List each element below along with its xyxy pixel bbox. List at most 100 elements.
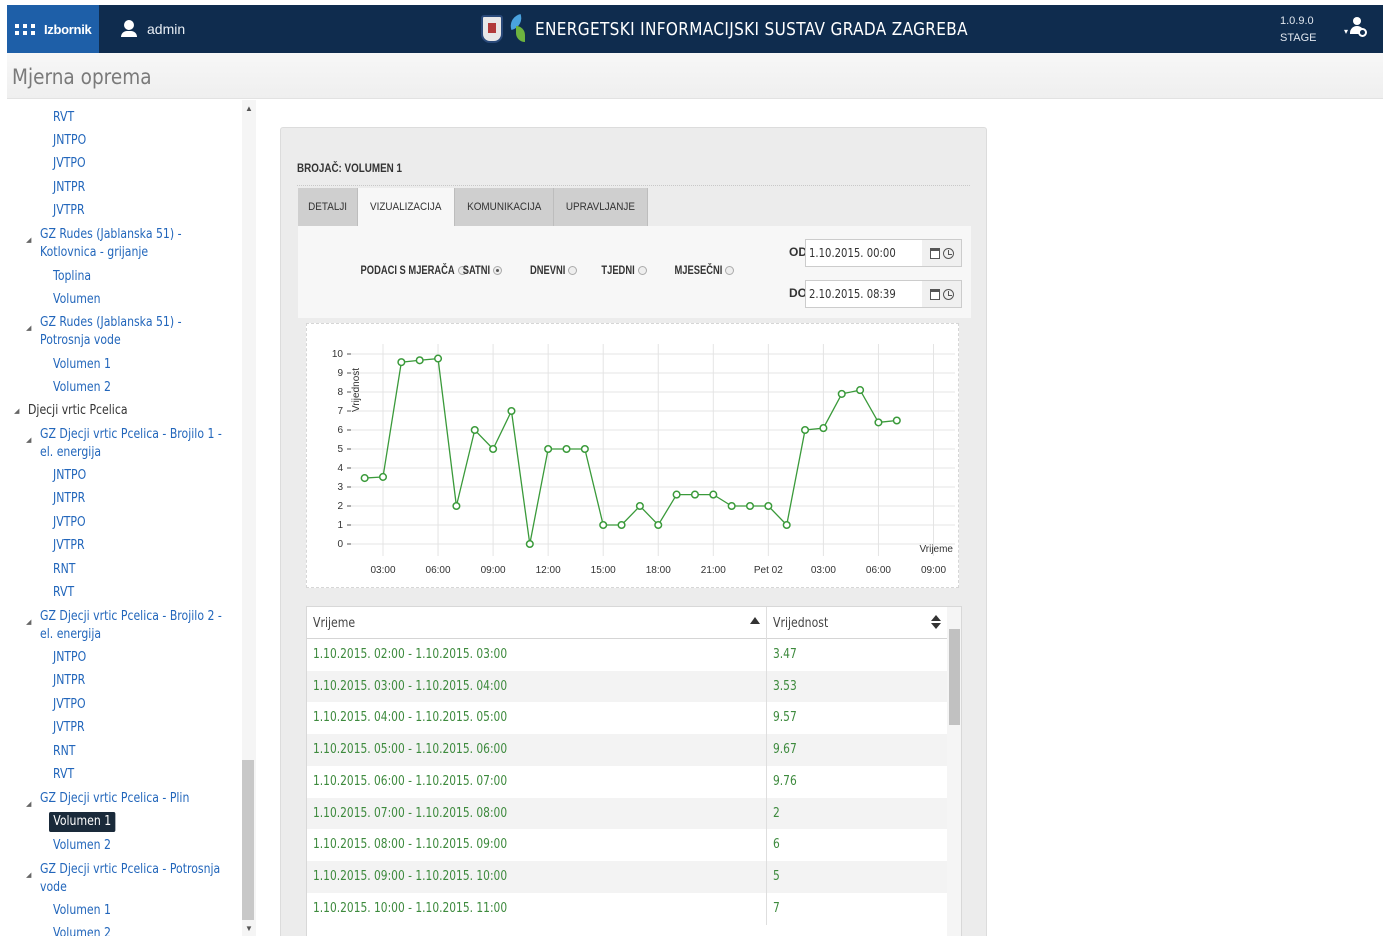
- to-date-input[interactable]: 2.10.2015. 08:39: [805, 280, 923, 308]
- radio-satni[interactable]: SATNI: [455, 263, 503, 277]
- tree-item[interactable]: RVT: [53, 109, 74, 127]
- radio-mjesecni[interactable]: MJESEČNI: [661, 263, 735, 277]
- tree-group-item[interactable]: GZ Djecji vrtic Pcelica - Brojilo 1 -: [40, 426, 222, 444]
- from-date-input[interactable]: 1.10.2015. 00:00: [805, 239, 923, 267]
- menu-button[interactable]: Izbornik: [7, 5, 99, 53]
- expand-collapse-icon[interactable]: ◢: [26, 618, 31, 626]
- cell-value-text: 2: [773, 805, 780, 821]
- tree-item[interactable]: JNTPO: [53, 649, 86, 667]
- tree-item[interactable]: JNTPR: [53, 490, 85, 508]
- table-row[interactable]: 1.10.2015. 09:00 - 1.10.2015. 10:00 5: [307, 860, 947, 893]
- cell-time: 1.10.2015. 06:00 - 1.10.2015. 07:00: [307, 765, 767, 798]
- tab-upravljanje[interactable]: UPRAVLJANJE: [554, 188, 649, 226]
- data-point: [856, 386, 865, 395]
- x-tick-label: 18:00: [646, 565, 671, 576]
- from-date-picker-button[interactable]: [922, 239, 962, 267]
- user-menu[interactable]: admin: [121, 5, 185, 53]
- grid-body: 1.10.2015. 02:00 - 1.10.2015. 03:00 3.47 1…: [307, 639, 947, 936]
- tree-item[interactable]: JVTPO: [53, 155, 86, 173]
- tab-vizualizacija[interactable]: VIZUALIZACIJA: [358, 188, 455, 226]
- tree-item[interactable]: JVTPO: [53, 514, 86, 532]
- table-row[interactable]: 1.10.2015. 08:00 - 1.10.2015. 09:00 6: [307, 829, 947, 862]
- data-point: [654, 520, 663, 530]
- x-tick-label: 06:00: [866, 565, 891, 576]
- expand-collapse-icon[interactable]: ◢: [26, 871, 31, 879]
- tree-group-item[interactable]: GZ Djecji vrtic Pcelica - Potrosnja: [40, 861, 220, 879]
- tree-item[interactable]: JNTPR: [53, 179, 85, 197]
- expand-collapse-icon[interactable]: ◢: [26, 436, 31, 444]
- expand-collapse-icon[interactable]: ◢: [26, 800, 31, 808]
- tree-item[interactable]: Volumen 1: [53, 356, 111, 374]
- data-point: [635, 501, 644, 511]
- tree-item[interactable]: JVTPR: [53, 719, 85, 737]
- y-axis-label: Vrijednost: [351, 368, 362, 412]
- scroll-up-icon[interactable]: ▲: [245, 104, 253, 113]
- user-settings-button[interactable]: ▾: [1344, 17, 1370, 41]
- column-header-time[interactable]: Vrijeme: [307, 607, 767, 639]
- tab-detalji[interactable]: DETALJI: [298, 188, 359, 226]
- tree-group-item[interactable]: Djecji vrtic Pcelica: [28, 402, 128, 420]
- y-tick-label: 1: [337, 520, 343, 531]
- column-header-value[interactable]: Vrijednost: [767, 607, 947, 639]
- tree-item[interactable]: Volumen 1: [53, 902, 111, 920]
- expand-collapse-icon[interactable]: ◢: [26, 236, 31, 244]
- tree-item[interactable]: JNTPO: [53, 467, 86, 485]
- tree-group-item[interactable]: GZ Djecji vrtic Pcelica - Brojilo 2 -: [40, 608, 222, 626]
- top-navigation-bar: Izbornik admin ENERGETSKI INFORMACIJSKI …: [7, 5, 1383, 53]
- y-tick-label: 6: [337, 425, 343, 436]
- line-chart: 0 1 2 3 4 5 6 7 8 9 10 03:00 06:00 09:00 12:00 15:00 18:…: [306, 323, 959, 588]
- to-date-picker-button[interactable]: [922, 280, 962, 308]
- radio-podaci-s-mjeraca[interactable]: PODACI S MJERAČA: [334, 263, 467, 277]
- cell-value-text: 7: [773, 900, 780, 916]
- data-point: [617, 520, 626, 530]
- tree-item[interactable]: RNT: [53, 561, 75, 579]
- expand-collapse-icon[interactable]: ◢: [14, 407, 19, 415]
- tree-item[interactable]: RNT: [53, 743, 75, 761]
- tree-item[interactable]: RVT: [53, 584, 74, 602]
- radio-tjedni[interactable]: TJEDNI: [592, 263, 647, 277]
- data-point: [837, 389, 846, 398]
- sort-ascending-icon[interactable]: [750, 617, 760, 624]
- grid-scrollbar-thumb[interactable]: [949, 629, 960, 725]
- tree-item[interactable]: Volumen: [53, 291, 101, 309]
- table-row[interactable]: 1.10.2015. 04:00 - 1.10.2015. 05:00 9.57: [307, 702, 947, 735]
- tree-item[interactable]: Toplina: [53, 268, 91, 286]
- tree-item[interactable]: RVT: [53, 766, 74, 784]
- tree-item[interactable]: Volumen 2: [53, 837, 111, 855]
- tree-group-item[interactable]: GZ Djecji vrtic Pcelica - Plin: [40, 790, 189, 808]
- expand-collapse-icon[interactable]: ◢: [26, 324, 31, 332]
- cell-time: 1.10.2015. 09:00 - 1.10.2015. 10:00: [307, 860, 767, 893]
- cell-time-text: 1.10.2015. 09:00 - 1.10.2015. 10:00: [313, 868, 508, 884]
- clock-icon: [942, 247, 954, 259]
- tab-komunikacija[interactable]: KOMUNIKACIJA: [454, 188, 555, 226]
- data-point: [452, 501, 461, 511]
- data-point: [819, 424, 828, 433]
- tree-item[interactable]: Volumen 2: [53, 379, 111, 397]
- scroll-down-icon[interactable]: ▼: [245, 924, 253, 933]
- y-tick-label: 10: [332, 349, 344, 360]
- table-row[interactable]: 1.10.2015. 05:00 - 1.10.2015. 06:00 9.67: [307, 734, 947, 767]
- sidebar-scrollbar-thumb[interactable]: [242, 760, 254, 920]
- tab-label: KOMUNIKACIJA: [466, 201, 542, 213]
- tree-item[interactable]: Volumen 2: [53, 925, 111, 936]
- app-title: ENERGETSKI INFORMACIJSKI SUSTAV GRADA ZA…: [535, 18, 968, 40]
- table-row[interactable]: 1.10.2015. 03:00 - 1.10.2015. 04:00 3.53: [307, 670, 947, 703]
- radio-dnevni[interactable]: DNEVNI: [520, 263, 578, 277]
- cell-value-text: 3.53: [773, 678, 797, 694]
- tree-item[interactable]: JNTPR: [53, 672, 85, 690]
- table-row[interactable]: 1.10.2015. 06:00 - 1.10.2015. 07:00 9.76: [307, 765, 947, 798]
- tree-item[interactable]: JVTPR: [53, 537, 85, 555]
- tree-group-item[interactable]: GZ Rudes (Jablanska 51) -: [40, 314, 182, 332]
- user-icon: [121, 20, 137, 38]
- x-tick-label: 15:00: [591, 565, 616, 576]
- tree-item[interactable]: JVTPR: [53, 202, 85, 220]
- tree-item[interactable]: JNTPO: [53, 132, 86, 150]
- table-row[interactable]: 1.10.2015. 07:00 - 1.10.2015. 08:00 2: [307, 797, 947, 830]
- tree-item-selected[interactable]: Volumen 1: [49, 812, 116, 832]
- table-row[interactable]: 1.10.2015. 10:00 - 1.10.2015. 11:00 7: [307, 892, 947, 925]
- tree-group-item[interactable]: GZ Rudes (Jablanska 51) -: [40, 226, 182, 244]
- data-point: [489, 444, 498, 454]
- tree-item[interactable]: JVTPO: [53, 696, 86, 714]
- data-point: [525, 539, 534, 549]
- table-row[interactable]: 1.10.2015. 02:00 - 1.10.2015. 03:00 3.47: [307, 639, 947, 671]
